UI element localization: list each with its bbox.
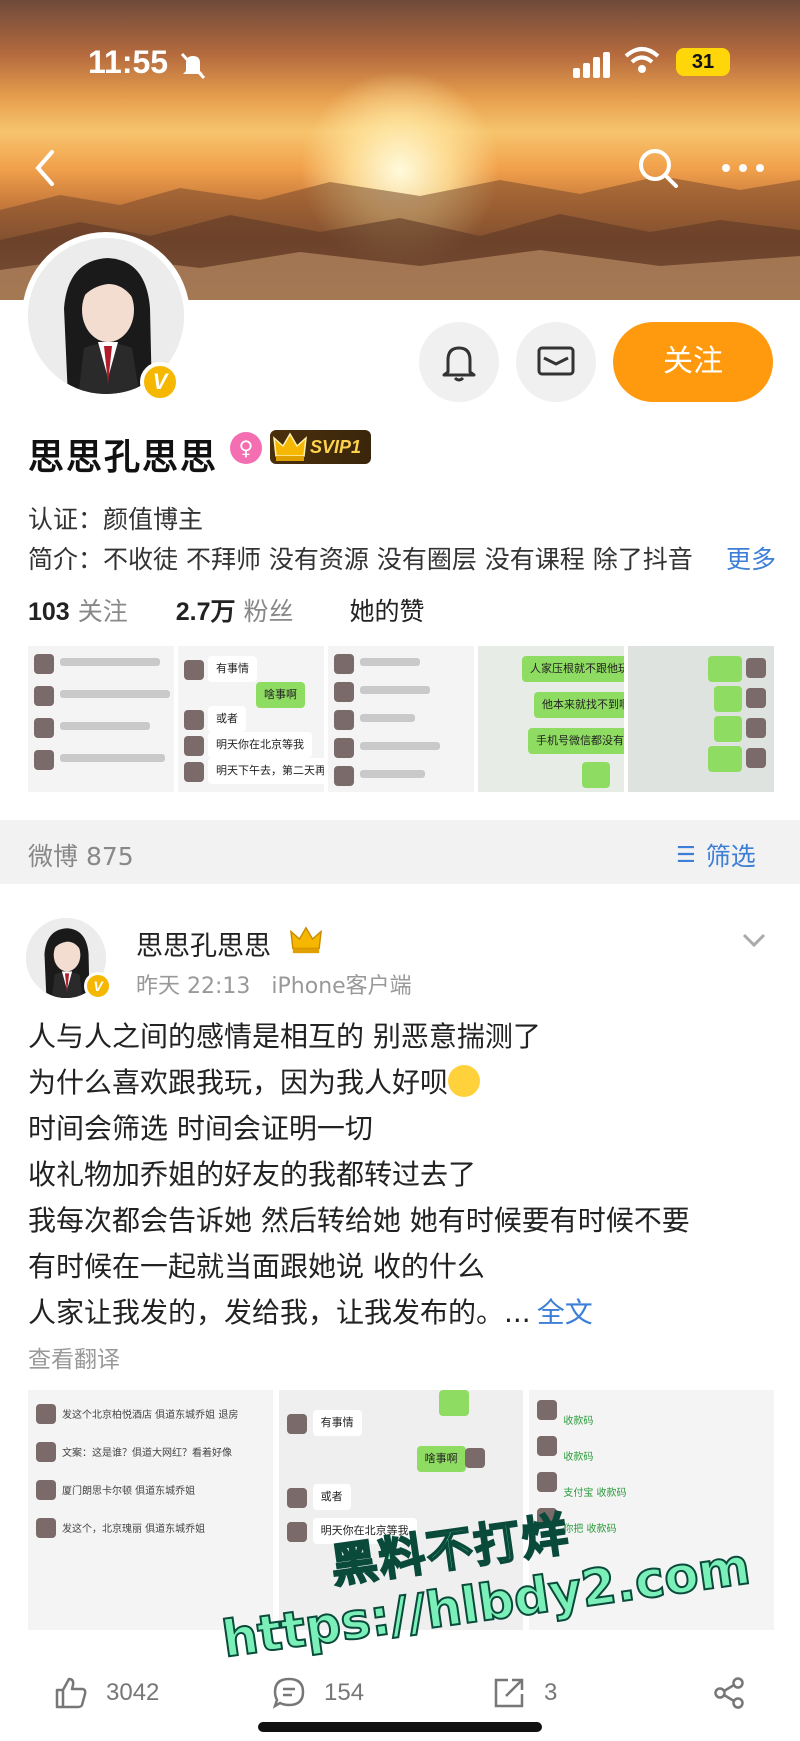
filter-icon: ☰ (676, 842, 696, 868)
following-label: 关注 (77, 597, 128, 626)
chat-text: 发这个，北京瑰丽 俱道东城乔姐 (62, 1524, 206, 1535)
certification-text: 认证：颜值博主 (28, 505, 204, 534)
share-nodes-icon (714, 1677, 744, 1709)
post-source: iPhone客户端 (271, 974, 412, 999)
chevron-down-icon[interactable] (740, 930, 768, 950)
message-button[interactable] (516, 322, 596, 402)
svip-label: SVIP1 (310, 437, 362, 457)
full-text-link[interactable]: 全文 (537, 1296, 593, 1329)
album-photo[interactable] (28, 646, 174, 792)
feed-header: 微博 875 ☰ 筛选 (0, 820, 800, 884)
chat-bubble: 或者 (208, 706, 246, 732)
chat-text: 收款码 (563, 1416, 594, 1427)
female-gender-icon: ♀ (230, 432, 262, 464)
chat-text: 收款码 (563, 1452, 594, 1463)
post-line: 为什么喜欢跟我玩，因为我人好呗 (28, 1060, 778, 1106)
bio-more-link[interactable]: 更多 (718, 540, 777, 576)
profile-name: 思思孔思思 (28, 437, 219, 478)
post-body: 人与人之间的感情是相互的 别恶意揣测了 为什么喜欢跟我玩，因为我人好呗 时间会筛… (28, 1014, 778, 1336)
crown-icon (273, 432, 307, 461)
weibo-count: 微博 875 (28, 842, 134, 871)
chat-text: 支付宝 收款码 (563, 1488, 627, 1499)
photo-album-strip[interactable]: 有事情 啥事啊 或者 明天你在北京等我 明天下午去，第二天再回来 人家压根就不跟… (28, 646, 774, 792)
fans-count: 2.7万 (175, 598, 236, 626)
chat-text: 你把 收款码 (563, 1524, 617, 1535)
wifi-icon (624, 47, 660, 73)
fans-label: 粉丝 (243, 597, 294, 626)
like-count: 3042 (106, 1679, 160, 1706)
bell-icon (442, 346, 476, 382)
verified-badge-icon: V (84, 972, 112, 1000)
post-line: 我每次都会告诉她 然后转给她 她有时候要有时候不要 (28, 1204, 690, 1237)
stat-likes[interactable]: 她的赞 (350, 592, 425, 628)
chat-bubble: 人家压根就不跟他玩 (522, 656, 624, 682)
chat-bubble: 啥事啊 (416, 1446, 466, 1472)
chat-bubble: 他本来就找不到啊 (534, 692, 624, 718)
like-button[interactable]: 3042 (54, 1676, 159, 1710)
mail-icon (537, 346, 575, 376)
silent-mode-icon (180, 52, 206, 80)
repost-count: 3 (544, 1679, 558, 1706)
following-count: 103 (28, 598, 70, 626)
chat-bubble: 手机号微信都没有 (528, 728, 624, 754)
status-time: 11:55 (88, 44, 169, 80)
album-photo[interactable]: 有事情 啥事啊 或者 明天你在北京等我 明天下午去，第二天再回来 (178, 646, 324, 792)
laugh-cry-emoji-icon (448, 1065, 481, 1097)
chat-bubble: 有事情 (312, 1410, 362, 1436)
post-image[interactable]: 发这个北京柏悦酒店 俱道东城乔姐 退房 文案：这是谁？俱道大网红？看着好像 厦门… (28, 1390, 273, 1630)
chat-text: 文案：这是谁？俱道大网红？看着好像 (62, 1448, 232, 1459)
repost-button[interactable]: 3 (492, 1676, 557, 1710)
notify-button[interactable] (419, 322, 499, 402)
chat-bubble: 有事情 (208, 656, 257, 682)
profile-stats: 103 关注 2.7万 粉丝 她的赞 (28, 592, 425, 628)
share-icon (494, 1678, 524, 1708)
post-line: 人家让我发的，发给我，让我发布的。... 全文 (28, 1296, 593, 1329)
chat-text: 发这个北京柏悦酒店 俱道东城乔姐 退房 (62, 1410, 239, 1421)
battery-indicator: 31 (676, 48, 730, 76)
stat-following[interactable]: 103 关注 (28, 592, 128, 628)
more-share-button[interactable] (712, 1676, 746, 1710)
post-time: 昨天 22:13 (136, 974, 251, 999)
album-photo[interactable] (628, 646, 774, 792)
filter-label: 筛选 (705, 842, 756, 871)
home-indicator[interactable] (258, 1722, 542, 1732)
post-card: V 思思孔思思 昨天 22:13 iPhone客户端 人与人之间的感情是相互的 … (0, 884, 800, 1741)
chat-bubble: 明天你在北京等我 (208, 732, 312, 758)
filter-button[interactable]: ☰ 筛选 (676, 837, 756, 873)
post-line: 人与人之间的感情是相互的 别恶意揣测了 (28, 1020, 541, 1053)
likes-label: 她的赞 (349, 597, 425, 626)
vip-crown-icon (290, 926, 322, 954)
post-meta: 昨天 22:13 iPhone客户端 (136, 968, 426, 1000)
follow-button[interactable]: 关注 (613, 322, 773, 402)
post-line: 时间会筛选 时间会证明一切 (28, 1112, 373, 1145)
more-icon[interactable] (718, 150, 768, 186)
chat-bubble: 或者 (312, 1484, 351, 1510)
comment-count: 154 (324, 1679, 365, 1706)
cell-signal-icon (573, 52, 610, 78)
bio-text: 简介：不收徒 不拜师 没有资源 没有圈层 没有课程 除了抖音 (28, 545, 693, 574)
album-photo[interactable]: 人家压根就不跟他玩 他本来就找不到啊 手机号微信都没有 (478, 646, 624, 792)
chat-text: 厦门朗思卡尔顿 俱道东城乔姐 (62, 1486, 196, 1497)
post-action-bar: 3042 154 3 (0, 1664, 800, 1724)
chat-bubble: 明天下午去，第二天再回来 (208, 758, 324, 784)
translate-link[interactable]: 查看翻译 (28, 1340, 120, 1374)
stat-fans[interactable]: 2.7万 粉丝 (176, 592, 294, 628)
chat-bubble: 啥事啊 (256, 682, 305, 708)
svip-badge[interactable]: SVIP1 (270, 430, 372, 464)
status-bar: 11:55 31 (0, 0, 800, 120)
thumbs-up-icon (55, 1677, 87, 1709)
post-line: 收礼物加乔姐的好友的我都转过去了 (28, 1158, 477, 1191)
verified-badge-icon: V (140, 362, 180, 402)
search-icon[interactable] (636, 146, 680, 190)
comment-icon (272, 1677, 305, 1709)
back-icon[interactable] (28, 148, 64, 188)
post-author[interactable]: 思思孔思思 (136, 924, 271, 963)
album-photo[interactable] (328, 646, 474, 792)
post-line: 有时候在一起就当面跟她说 收的什么 (28, 1250, 485, 1283)
comment-button[interactable]: 154 (272, 1676, 364, 1710)
